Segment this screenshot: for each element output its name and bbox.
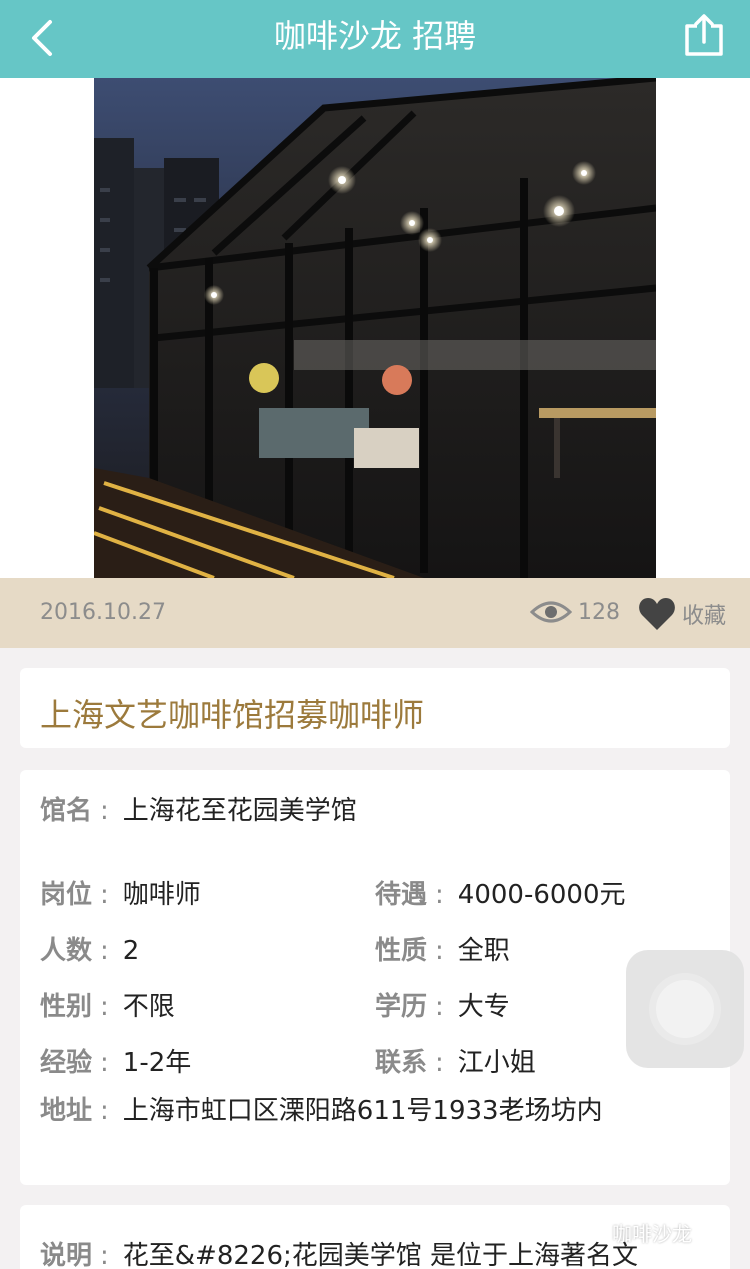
info-label: 性质 <box>375 936 428 966</box>
info-contact: 联系: 江小姐 <box>375 1048 536 1078</box>
info-label: 待遇 <box>375 880 428 910</box>
hero-photo <box>94 78 656 578</box>
info-gender: 性别: 不限 <box>40 992 175 1022</box>
info-address: 地址: 上海市虹口区溧阳路611号1933老场坊内 <box>40 1096 603 1126</box>
page-title: 咖啡沙龙 招聘 <box>273 17 477 55</box>
info-value: 江小姐 <box>457 1048 536 1078</box>
info-description: 说明: 花至&#8226;花园美学馆 是位于上海著名文 <box>40 1241 639 1269</box>
info-salary: 待遇:4000-6000元 <box>375 880 626 910</box>
post-title: 上海文艺咖啡馆招募咖啡师 <box>40 696 425 734</box>
info-label: 联系 <box>375 1048 428 1078</box>
info-value: 全职 <box>457 936 510 966</box>
info-education: 学历: 大专 <box>375 992 510 1022</box>
nav-bar: 咖啡沙龙 招聘 <box>0 0 750 78</box>
info-value: 4000-6000元 <box>457 880 626 910</box>
post-date: 2016.10.27 <box>40 600 166 625</box>
info-value: 咖啡师 <box>122 880 201 910</box>
hero-image-area <box>0 78 750 578</box>
info-venue: 馆名: 上海花至花园美学馆 <box>40 796 357 826</box>
info-value: 大专 <box>457 992 510 1022</box>
info-experience: 经验:1-2年 <box>40 1048 192 1078</box>
share-icon[interactable] <box>680 12 728 60</box>
info-value: 上海市虹口区溧阳路611号1933老场坊内 <box>122 1096 603 1126</box>
eye-icon <box>530 601 572 623</box>
info-value: 花至&#8226;花园美学馆 是位于上海著名文 <box>122 1241 639 1269</box>
view-count: 128 <box>578 600 620 625</box>
info-value: 上海花至花园美学馆 <box>122 796 357 826</box>
info-value: 2 <box>122 936 140 966</box>
wechat-icon <box>586 1219 611 1239</box>
info-label: 岗位 <box>40 880 93 910</box>
info-label: 地址 <box>40 1096 93 1126</box>
info-label: 人数 <box>40 936 93 966</box>
post-title-card: 上海文艺咖啡馆招募咖啡师 <box>20 668 730 748</box>
info-value: 1-2年 <box>122 1048 192 1078</box>
job-info-card: 馆名: 上海花至花园美学馆 岗位: 咖啡师 待遇:4000-6000元 人数:2 性… <box>20 770 730 1185</box>
info-position: 岗位: 咖啡师 <box>40 880 201 910</box>
favorite-button[interactable]: 收藏 <box>682 598 726 630</box>
watermark-text: 咖啡沙龙 <box>612 1222 692 1246</box>
info-type: 性质: 全职 <box>375 936 510 966</box>
info-label: 学历 <box>375 992 428 1022</box>
assistive-touch-button[interactable] <box>626 950 744 1068</box>
heart-icon[interactable] <box>638 596 676 632</box>
assistive-touch-icon <box>656 980 714 1038</box>
post-meta-bar: 2016.10.27 128 收藏 <box>0 578 750 648</box>
info-headcount: 人数:2 <box>40 936 140 966</box>
info-label: 说明 <box>40 1241 93 1269</box>
info-label: 经验 <box>40 1048 93 1078</box>
info-label: 性别 <box>40 992 93 1022</box>
info-value: 不限 <box>122 992 175 1022</box>
info-label: 馆名 <box>40 796 93 826</box>
